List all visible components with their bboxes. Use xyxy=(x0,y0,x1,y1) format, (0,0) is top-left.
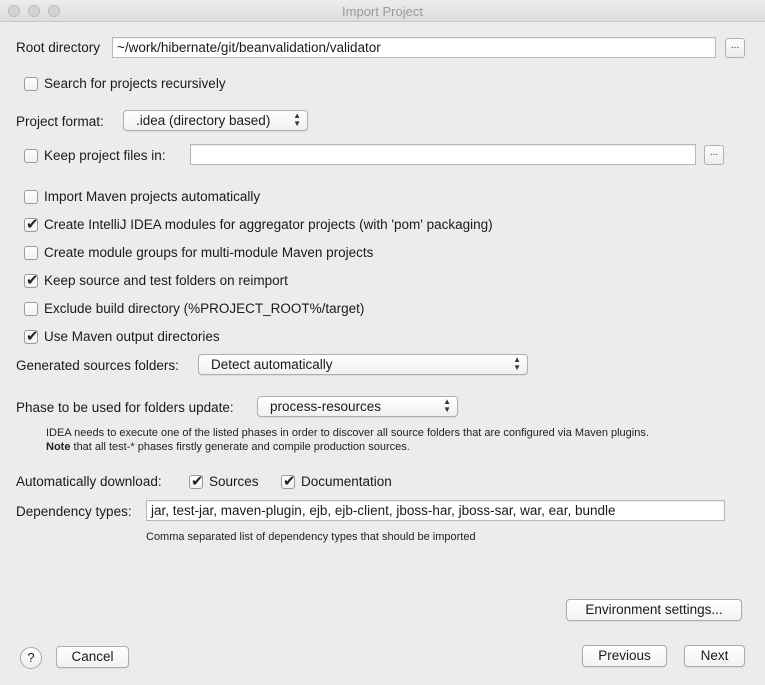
dependency-types-field[interactable]: jar, test-jar, maven-plugin, ejb, ejb-cl… xyxy=(146,500,725,521)
checkbox-box: ✔ xyxy=(189,472,204,490)
project-format-select[interactable]: .idea (directory based) ▲ ▼ xyxy=(123,110,308,131)
updown-arrows-icon: ▲ ▼ xyxy=(443,397,451,414)
create-aggregator-modules-checkbox[interactable]: ✔ Create IntelliJ IDEA modules for aggre… xyxy=(24,215,493,233)
checkbox-box xyxy=(24,301,38,316)
import-maven-automatically-checkbox[interactable]: Import Maven projects automatically xyxy=(24,189,260,204)
phase-hint-text: that all test-* phases firstly generate … xyxy=(70,441,410,453)
root-directory-label: Root directory xyxy=(16,40,101,55)
help-button[interactable]: ? xyxy=(20,647,42,669)
dependency-types-hint: Comma separated list of dependency types… xyxy=(146,531,476,543)
checkbox-box xyxy=(24,148,38,163)
auto-download-label: Automatically download: xyxy=(16,474,162,489)
use-maven-output-directories-label: Use Maven output directories xyxy=(44,329,220,344)
use-maven-output-directories-checkbox[interactable]: ✔ Use Maven output directories xyxy=(24,327,220,345)
generated-sources-value: Detect automatically xyxy=(211,357,333,372)
root-directory-field[interactable]: ~/work/hibernate/git/beanvalidation/vali… xyxy=(112,37,716,58)
download-sources-label: Sources xyxy=(209,474,259,489)
checkbox-box xyxy=(24,76,38,91)
generated-sources-label: Generated sources folders: xyxy=(16,358,179,373)
dependency-types-label: Dependency types: xyxy=(16,504,132,519)
download-documentation-label: Documentation xyxy=(301,474,392,489)
environment-settings-button[interactable]: Environment settings... xyxy=(566,599,742,621)
checkbox-box: ✔ xyxy=(281,472,296,490)
window-title: Import Project xyxy=(342,4,423,19)
checkbox-box: ✔ xyxy=(24,271,39,289)
create-module-groups-checkbox[interactable]: Create module groups for multi-module Ma… xyxy=(24,245,373,260)
keep-project-files-field[interactable] xyxy=(190,144,696,165)
checkbox-box xyxy=(24,245,38,260)
keep-project-files-checkbox[interactable]: Keep project files in: xyxy=(24,148,166,163)
next-button[interactable]: Next xyxy=(684,645,745,667)
project-format-label: Project format: xyxy=(16,114,104,129)
previous-button[interactable]: Previous xyxy=(582,645,667,667)
cancel-button[interactable]: Cancel xyxy=(56,646,129,668)
search-recursively-checkbox[interactable]: Search for projects recursively xyxy=(24,76,226,91)
phase-hint-line1: IDEA needs to execute one of the listed … xyxy=(46,427,649,439)
phase-select[interactable]: process-resources ▲ ▼ xyxy=(257,396,458,417)
updown-arrows-icon: ▲ ▼ xyxy=(513,355,521,372)
project-format-value: .idea (directory based) xyxy=(136,113,271,128)
create-aggregator-modules-label: Create IntelliJ IDEA modules for aggrega… xyxy=(44,217,493,232)
checkbox-box: ✔ xyxy=(24,215,39,233)
checkmark-icon: ✔ xyxy=(26,215,39,233)
title-bar: Import Project xyxy=(0,0,765,22)
exclude-build-directory-label: Exclude build directory (%PROJECT_ROOT%/… xyxy=(44,301,365,316)
keep-project-files-browse-button[interactable]: ... xyxy=(704,145,724,165)
phase-label: Phase to be used for folders update: xyxy=(16,400,234,415)
checkmark-icon: ✔ xyxy=(191,472,204,490)
phase-value: process-resources xyxy=(270,399,382,414)
keep-project-files-label: Keep project files in: xyxy=(44,148,166,163)
updown-arrows-icon: ▲ ▼ xyxy=(293,111,301,128)
phase-hint-note: Note xyxy=(46,441,71,453)
download-documentation-checkbox[interactable]: ✔ Documentation xyxy=(281,472,392,490)
exclude-build-directory-checkbox[interactable]: Exclude build directory (%PROJECT_ROOT%/… xyxy=(24,301,364,316)
checkmark-icon: ✔ xyxy=(26,271,39,289)
root-directory-browse-button[interactable]: ... xyxy=(725,38,745,58)
generated-sources-select[interactable]: Detect automatically ▲ ▼ xyxy=(198,354,528,375)
import-project-window: Import Project Root directory ~/work/hib… xyxy=(0,0,765,685)
download-sources-checkbox[interactable]: ✔ Sources xyxy=(189,472,259,490)
import-maven-automatically-label: Import Maven projects automatically xyxy=(44,189,261,204)
checkmark-icon: ✔ xyxy=(283,472,296,490)
phase-hint-line2: Note that all test-* phases firstly gene… xyxy=(46,441,410,453)
checkmark-icon: ✔ xyxy=(26,327,39,345)
keep-source-test-folders-label: Keep source and test folders on reimport xyxy=(44,273,288,288)
checkbox-box: ✔ xyxy=(24,327,39,345)
keep-source-test-folders-checkbox[interactable]: ✔ Keep source and test folders on reimpo… xyxy=(24,271,288,289)
create-module-groups-label: Create module groups for multi-module Ma… xyxy=(44,245,374,260)
checkbox-box xyxy=(24,189,38,204)
search-recursively-label: Search for projects recursively xyxy=(44,76,226,91)
